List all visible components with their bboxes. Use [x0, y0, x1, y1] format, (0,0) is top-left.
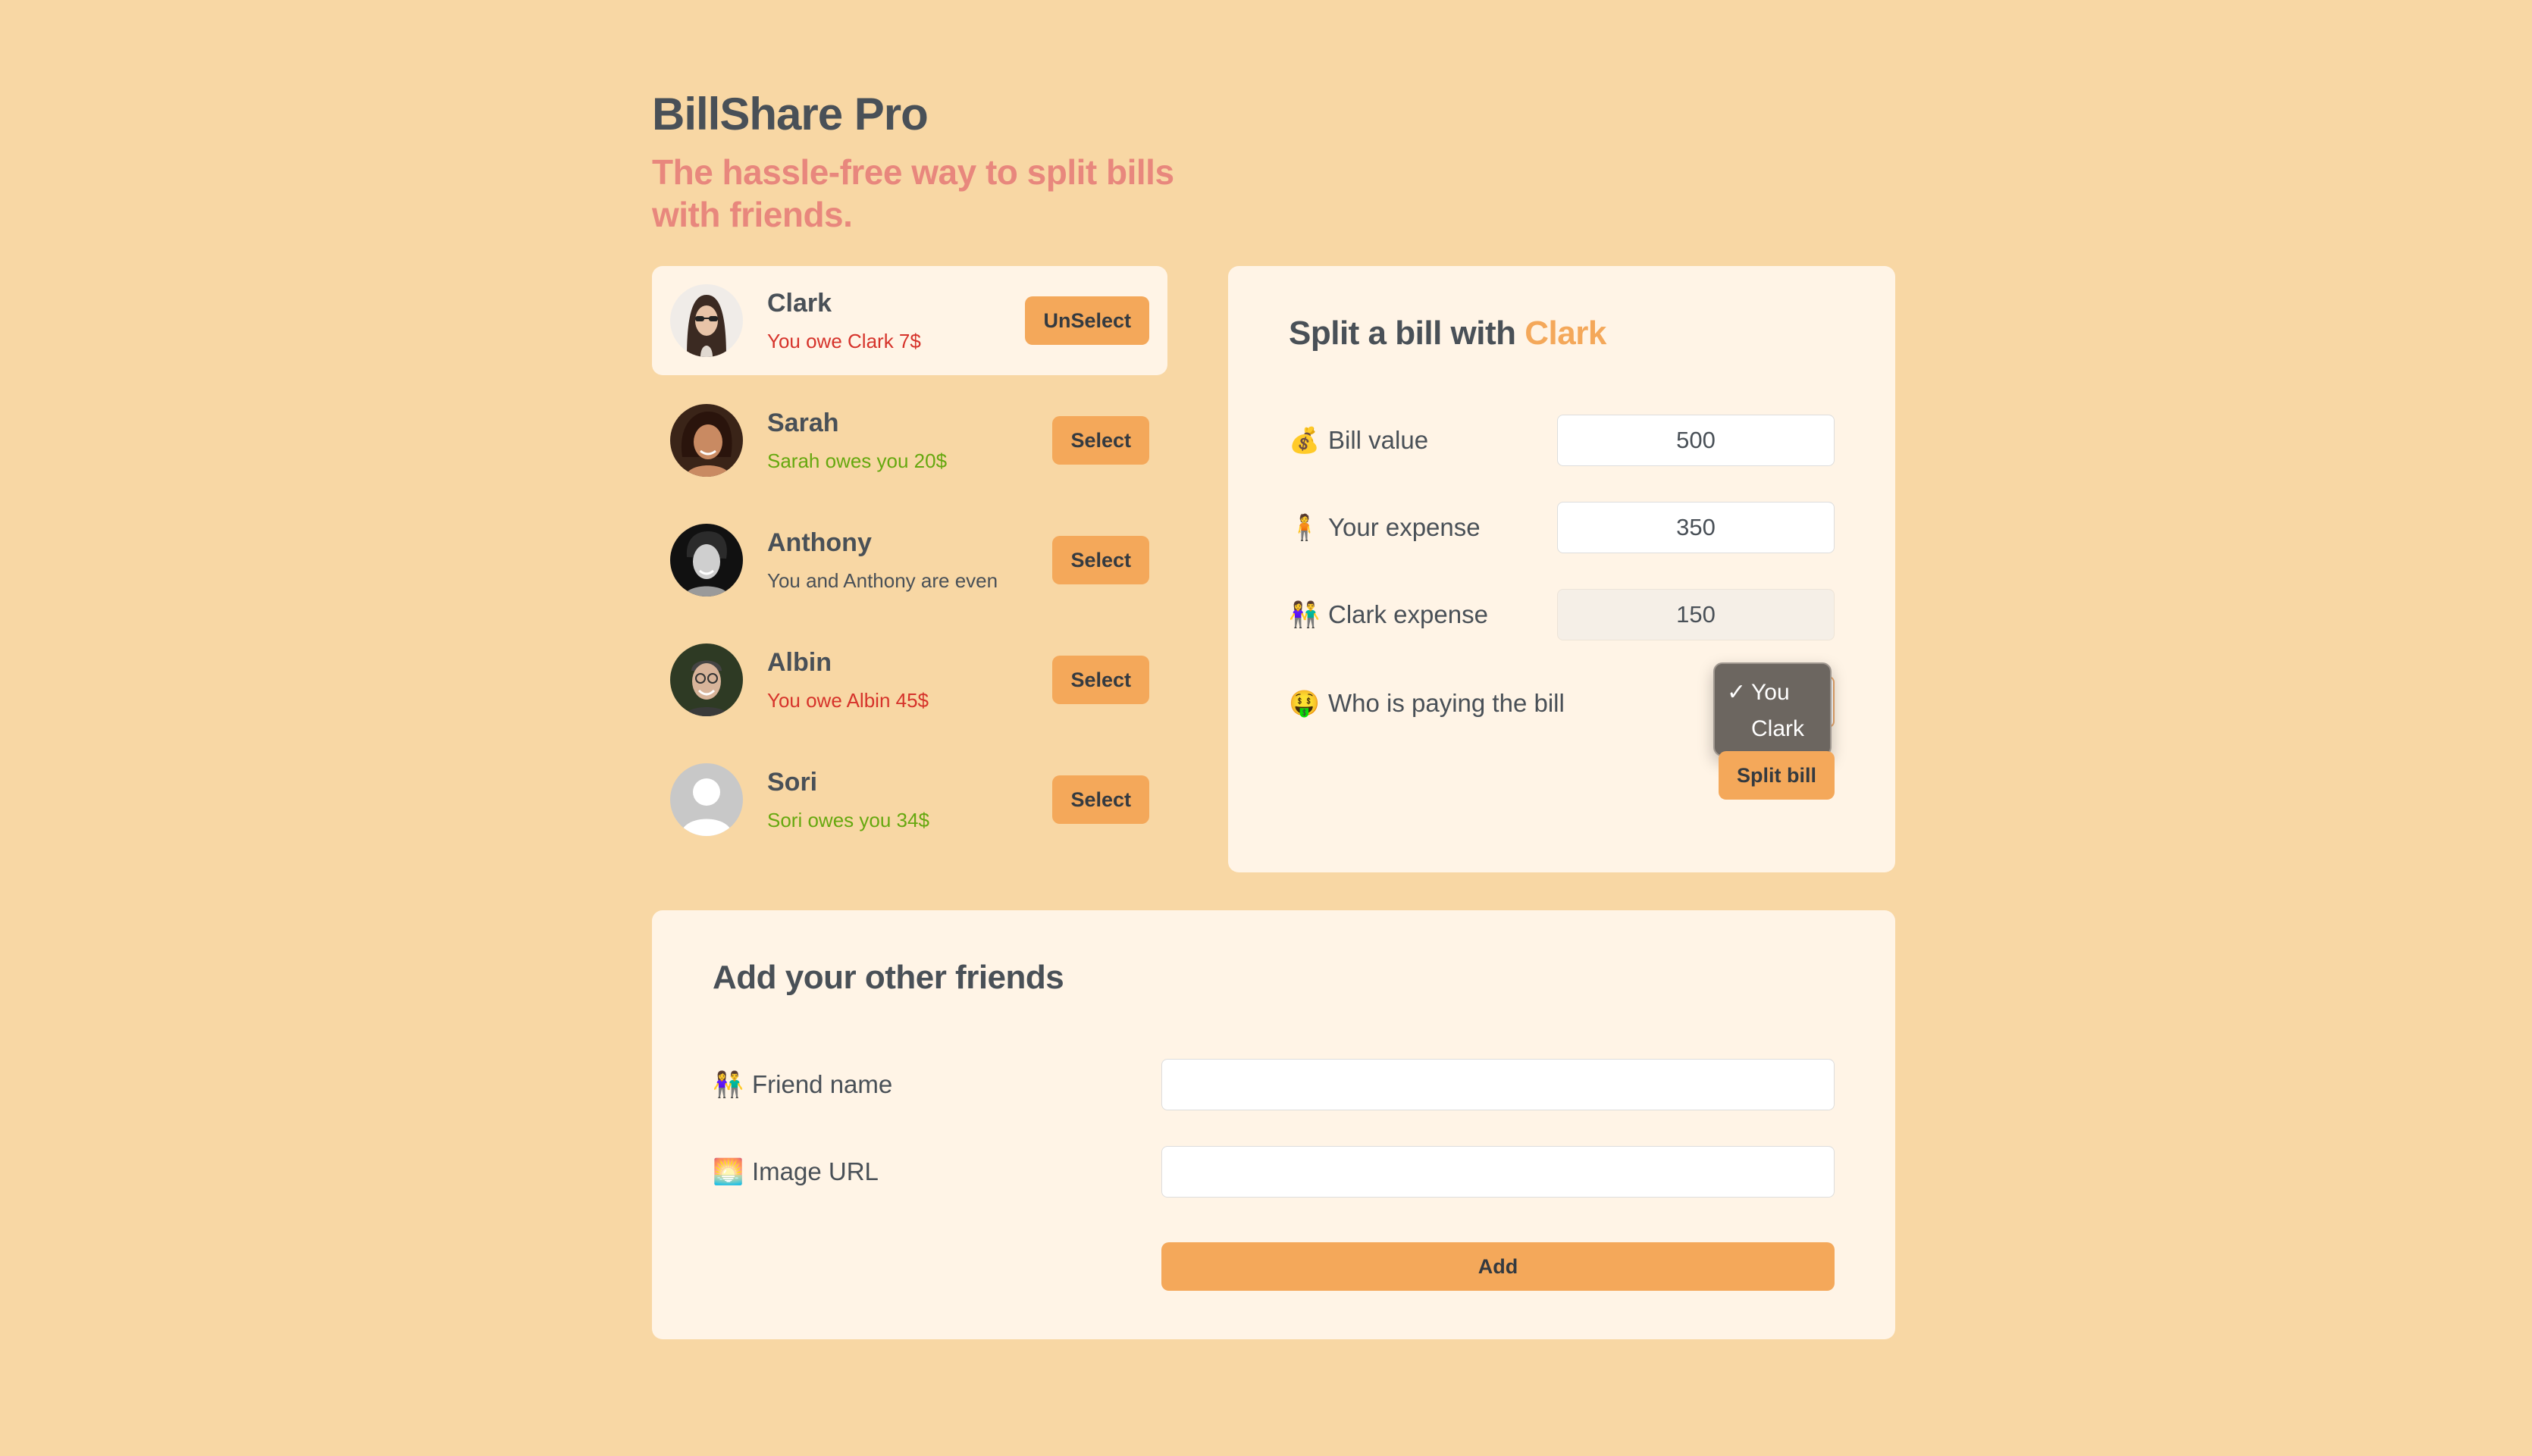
image-url-label: 🌅 Image URL — [713, 1146, 879, 1198]
payer-option-you[interactable]: ✓ You — [1715, 675, 1830, 711]
split-bill-title-prefix: Split a bill with — [1289, 315, 1516, 352]
app-title: BillShare Pro — [652, 89, 929, 139]
app-container: BillShare Pro The hassle-free way to spl… — [652, 87, 1895, 872]
select-friend-button[interactable]: Select — [1052, 536, 1149, 584]
image-url-label-text: Image URL — [752, 1157, 879, 1185]
payer-dropdown-menu: ✓ You Clark — [1713, 662, 1832, 756]
avatar — [670, 643, 743, 716]
friend-name-label: 👫 Friend name — [713, 1059, 892, 1110]
friend-list: Clark You owe Clark 7$ UnSelect Sarah Sa… — [652, 266, 1167, 865]
friend-item-sori: Sori Sori owes you 34$ Select — [652, 745, 1167, 854]
select-friend-button[interactable]: Select — [1052, 656, 1149, 704]
friend-name: Anthony — [767, 528, 872, 557]
checkmark-icon: ✓ — [1727, 680, 1747, 705]
avatar — [670, 404, 743, 477]
friend-name-row: 👫 Friend name — [713, 1059, 1835, 1110]
friend-balance-status: Sori owes you 34$ — [767, 809, 929, 831]
select-friend-button[interactable]: Select — [1052, 775, 1149, 824]
payer-option-label: You — [1751, 680, 1790, 705]
couple-icon: 👫 — [713, 1070, 744, 1098]
image-url-row: 🌅 Image URL — [713, 1146, 1835, 1198]
image-url-input[interactable] — [1161, 1146, 1835, 1198]
your-expense-row: 🧍 Your expense — [1289, 502, 1835, 553]
add-friend-button[interactable]: Add — [1161, 1242, 1835, 1291]
select-friend-button[interactable]: Select — [1052, 416, 1149, 465]
payer-label-text: Who is paying the bill — [1328, 689, 1565, 717]
friend-expense-row: 👫 Clark expense — [1289, 589, 1835, 640]
avatar — [670, 284, 743, 357]
split-bill-button[interactable]: Split bill — [1719, 751, 1835, 800]
couple-icon: 👫 — [1289, 600, 1321, 628]
your-expense-label-text: Your expense — [1328, 513, 1481, 541]
sunrise-icon: 🌅 — [713, 1157, 744, 1185]
friend-item-sarah: Sarah Sarah owes you 20$ Select — [652, 386, 1167, 495]
bill-value-row: 💰 Bill value — [1289, 415, 1835, 466]
avatar — [670, 763, 743, 836]
friend-expense-label-text: Clark expense — [1328, 600, 1488, 628]
friend-balance-status: You and Anthony are even — [767, 569, 998, 592]
payer-option-clark[interactable]: Clark — [1715, 711, 1830, 747]
friend-balance-status: Sarah owes you 20$ — [767, 449, 948, 472]
split-bill-form: Split a bill with Clark 💰Bill value 🧍You… — [1228, 266, 1895, 872]
split-bill-title: Split a bill with Clark — [1289, 315, 1606, 352]
add-friend-form: Add your other friends 👫 Friend name 🌅 Ima… — [652, 910, 1895, 1339]
friend-balance-status: You owe Albin 45$ — [767, 689, 929, 712]
your-expense-label: 🧍 Your expense — [1289, 502, 1481, 553]
bill-value-input[interactable] — [1557, 415, 1835, 466]
money-mouth-face-icon: 🤑 — [1289, 689, 1321, 717]
friend-name: Sarah — [767, 409, 839, 437]
avatar — [670, 524, 743, 596]
money-bag-icon: 💰 — [1289, 426, 1321, 454]
add-friend-title: Add your other friends — [713, 959, 1064, 996]
payer-option-label: Clark — [1751, 716, 1805, 741]
bill-value-label-text: Bill value — [1328, 426, 1429, 454]
friend-balance-status: You owe Clark 7$ — [767, 330, 921, 352]
friend-item-anthony: Anthony You and Anthony are even Select — [652, 506, 1167, 615]
friend-name: Sori — [767, 768, 818, 797]
bill-value-label: 💰 Bill value — [1289, 415, 1428, 466]
friend-expense-input — [1557, 589, 1835, 640]
payer-label: 🤑 Who is paying the bill — [1289, 678, 1565, 729]
friend-name-input[interactable] — [1161, 1059, 1835, 1110]
unselect-friend-button[interactable]: UnSelect — [1025, 296, 1149, 345]
person-standing-icon: 🧍 — [1289, 513, 1321, 541]
payer-row: 🤑 Who is paying the bill ✓ You Clark — [1289, 662, 1835, 756]
friend-name: Albin — [767, 648, 832, 677]
friend-item-clark: Clark You owe Clark 7$ UnSelect — [652, 266, 1167, 375]
friend-expense-label: 👫 Clark expense — [1289, 589, 1488, 640]
app-subtitle: The hassle-free way to split bills with … — [652, 152, 1174, 234]
friend-item-albin: Albin You owe Albin 45$ Select — [652, 625, 1167, 734]
main-columns: Clark You owe Clark 7$ UnSelect Sarah Sa… — [652, 266, 1895, 872]
your-expense-input[interactable] — [1557, 502, 1835, 553]
friend-name-label-text: Friend name — [752, 1070, 893, 1098]
split-bill-friend-name: Clark — [1525, 315, 1606, 352]
friend-name: Clark — [767, 289, 832, 318]
